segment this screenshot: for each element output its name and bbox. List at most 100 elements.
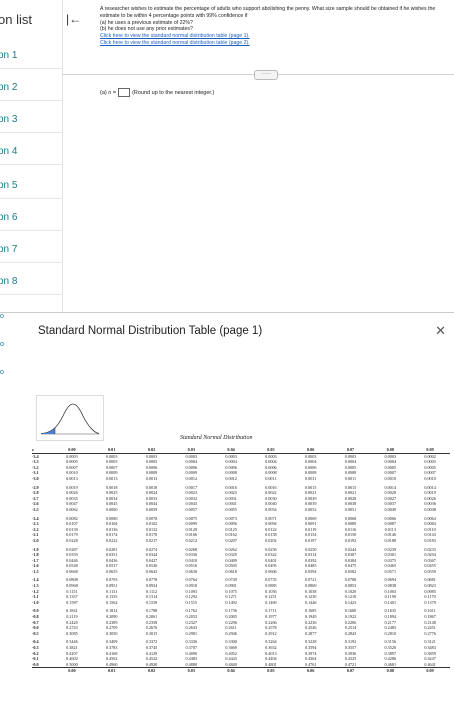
table-cell: 0.0212 bbox=[185, 537, 198, 543]
table-cell: 0.0183 bbox=[424, 537, 436, 543]
close-icon[interactable]: ✕ bbox=[435, 323, 446, 339]
column-footer: 0.02 bbox=[147, 668, 156, 674]
sidebar-title: on list bbox=[0, 12, 32, 27]
column-header: 0.07 bbox=[346, 447, 355, 452]
column-footer: 0.01 bbox=[108, 668, 116, 674]
sidebar-item-q7[interactable]: on 7 bbox=[0, 244, 17, 255]
z-value: -1.0 bbox=[32, 599, 39, 605]
table-cell: 0.0011 bbox=[265, 475, 277, 481]
table-cell: 0.4920 bbox=[145, 661, 158, 667]
sidebar-stub: o bbox=[0, 313, 4, 320]
table-title: Standard Normal Distribution bbox=[180, 435, 253, 441]
expand-more-button[interactable]: ····· bbox=[254, 70, 278, 80]
table-cell: 0.0059 bbox=[145, 506, 158, 512]
column-header: 0.09 bbox=[426, 447, 434, 452]
z-value: -1.5 bbox=[32, 568, 39, 574]
normal-table-page1-link[interactable]: Click here to view the standard normal d… bbox=[100, 33, 450, 40]
table-cell: 0.0188 bbox=[384, 537, 397, 543]
z-value: -0.5 bbox=[32, 630, 39, 636]
table-cell: 0.0057 bbox=[185, 506, 198, 512]
table-cell: 0.0013 bbox=[66, 475, 78, 481]
table-cell: 0.0013 bbox=[145, 475, 158, 481]
table-row: -2.0 0.0228 0.0222 0.0217 0.0212 0.0207 0.0202… bbox=[32, 538, 450, 544]
sidebar-item-q2[interactable]: on 2 bbox=[0, 82, 17, 93]
table-cell: 0.2912 bbox=[265, 630, 277, 636]
table-cell: 0.1401 bbox=[384, 599, 397, 605]
column-header: 0.00 bbox=[68, 447, 76, 452]
table-row: -1.5 0.0668 0.0655 0.0643 0.0630 0.0618 0.0606… bbox=[32, 569, 450, 575]
z-value: -2.0 bbox=[32, 537, 39, 543]
column-header: 0.04 bbox=[227, 447, 235, 452]
z-table-body: -3.4 0.0003 0.0003 0.0003 0.0003 0.0003 0.0003… bbox=[32, 454, 450, 668]
table-cell: 0.4960 bbox=[105, 661, 118, 667]
table-cell: 0.2877 bbox=[304, 630, 317, 636]
table-cell: 0.0594 bbox=[304, 568, 317, 574]
sidebar-divider bbox=[0, 164, 62, 165]
table-cell: 0.0012 bbox=[185, 475, 198, 481]
table-cell: 0.0618 bbox=[225, 568, 237, 574]
table-cell: 0.0630 bbox=[185, 568, 198, 574]
table-cell: 0.3085 bbox=[66, 630, 78, 636]
sidebar-divider bbox=[0, 294, 62, 295]
sidebar-divider bbox=[0, 132, 62, 133]
sidebar-item-q8[interactable]: on 8 bbox=[0, 276, 17, 287]
table-cell: 0.0207 bbox=[225, 537, 237, 543]
answer-hint: (Round up to the nearest integer.) bbox=[132, 89, 215, 96]
table-cell: 0.0559 bbox=[424, 568, 436, 574]
z-footer-spacer bbox=[32, 668, 52, 674]
column-header: 0.08 bbox=[386, 447, 394, 452]
z-table-header: z 0.00 0.01 0.02 0.03 0.04 0.05 0.06 0.07 0.08 0.… bbox=[32, 447, 450, 454]
table-cell: 0.0054 bbox=[265, 506, 277, 512]
question-text: A researcher wishes to estimate the perc… bbox=[100, 6, 436, 19]
table-cell: 0.0052 bbox=[304, 506, 317, 512]
z-table: z 0.00 0.01 0.02 0.03 0.04 0.05 0.06 0.07 0.08 0.… bbox=[32, 447, 450, 674]
table-cell: 0.1562 bbox=[105, 599, 118, 605]
question-part-a: (a) he uses a previous estimate of 22%? bbox=[100, 19, 193, 26]
table-row: -2.5 0.0062 0.0060 0.0059 0.0057 0.0055 0.0054… bbox=[32, 507, 450, 513]
z-value: -0.0 bbox=[32, 661, 39, 667]
sidebar-divider bbox=[0, 68, 62, 69]
answer-input[interactable] bbox=[118, 88, 131, 97]
sidebar-divider bbox=[0, 198, 62, 199]
sidebar-item-q3[interactable]: on 3 bbox=[0, 114, 17, 125]
table-cell: 0.0049 bbox=[384, 506, 397, 512]
sidebar-item-q4[interactable]: on 4 bbox=[0, 146, 17, 157]
sidebar-divider bbox=[0, 230, 62, 231]
sidebar-item-q6[interactable]: on 6 bbox=[0, 212, 17, 223]
table-cell: 0.0010 bbox=[424, 475, 436, 481]
table-cell: 0.4840 bbox=[225, 661, 237, 667]
table-cell: 0.0606 bbox=[265, 568, 277, 574]
table-cell: 0.3015 bbox=[145, 630, 158, 636]
table-cell: 0.2946 bbox=[225, 630, 237, 636]
normal-table-modal: o o o Standard Normal Distribution Table… bbox=[0, 312, 454, 701]
table-cell: 0.1539 bbox=[145, 599, 158, 605]
sidebar-item-q1[interactable]: on 1 bbox=[0, 50, 17, 61]
normal-table-page2-link[interactable]: Click here to view the standard normal d… bbox=[100, 40, 450, 47]
table-cell: 0.2843 bbox=[344, 630, 357, 636]
answer-row: (a) n = (Round up to the nearest integer… bbox=[100, 88, 214, 97]
table-cell: 0.4801 bbox=[265, 661, 277, 667]
table-cell: 0.2776 bbox=[424, 630, 436, 636]
table-cell: 0.0012 bbox=[225, 475, 237, 481]
table-cell: 0.0668 bbox=[66, 568, 78, 574]
column-footer: 0.04 bbox=[227, 668, 235, 674]
column-header: 0.02 bbox=[147, 447, 156, 452]
table-cell: 0.1469 bbox=[265, 599, 277, 605]
column-footer: 0.05 bbox=[267, 668, 275, 674]
table-cell: 0.1379 bbox=[424, 599, 436, 605]
normal-curve bbox=[40, 403, 100, 434]
column-footer: 0.07 bbox=[346, 668, 355, 674]
sidebar-item-q5[interactable]: on 5 bbox=[0, 180, 17, 191]
column-footer: 0.08 bbox=[386, 668, 394, 674]
table-cell: 0.0197 bbox=[304, 537, 317, 543]
table-cell: 0.0217 bbox=[145, 537, 158, 543]
table-cell: 0.4641 bbox=[424, 661, 436, 667]
collapse-sidebar-icon[interactable]: |← bbox=[66, 12, 81, 26]
table-cell: 0.1515 bbox=[185, 599, 198, 605]
z-value: -3.0 bbox=[32, 475, 39, 481]
column-header: 0.03 bbox=[187, 447, 195, 452]
table-cell: 0.0011 bbox=[304, 475, 317, 481]
z-column-header: z bbox=[32, 447, 34, 452]
column-footer: 0.06 bbox=[307, 668, 315, 674]
table-cell: 0.0643 bbox=[145, 568, 158, 574]
